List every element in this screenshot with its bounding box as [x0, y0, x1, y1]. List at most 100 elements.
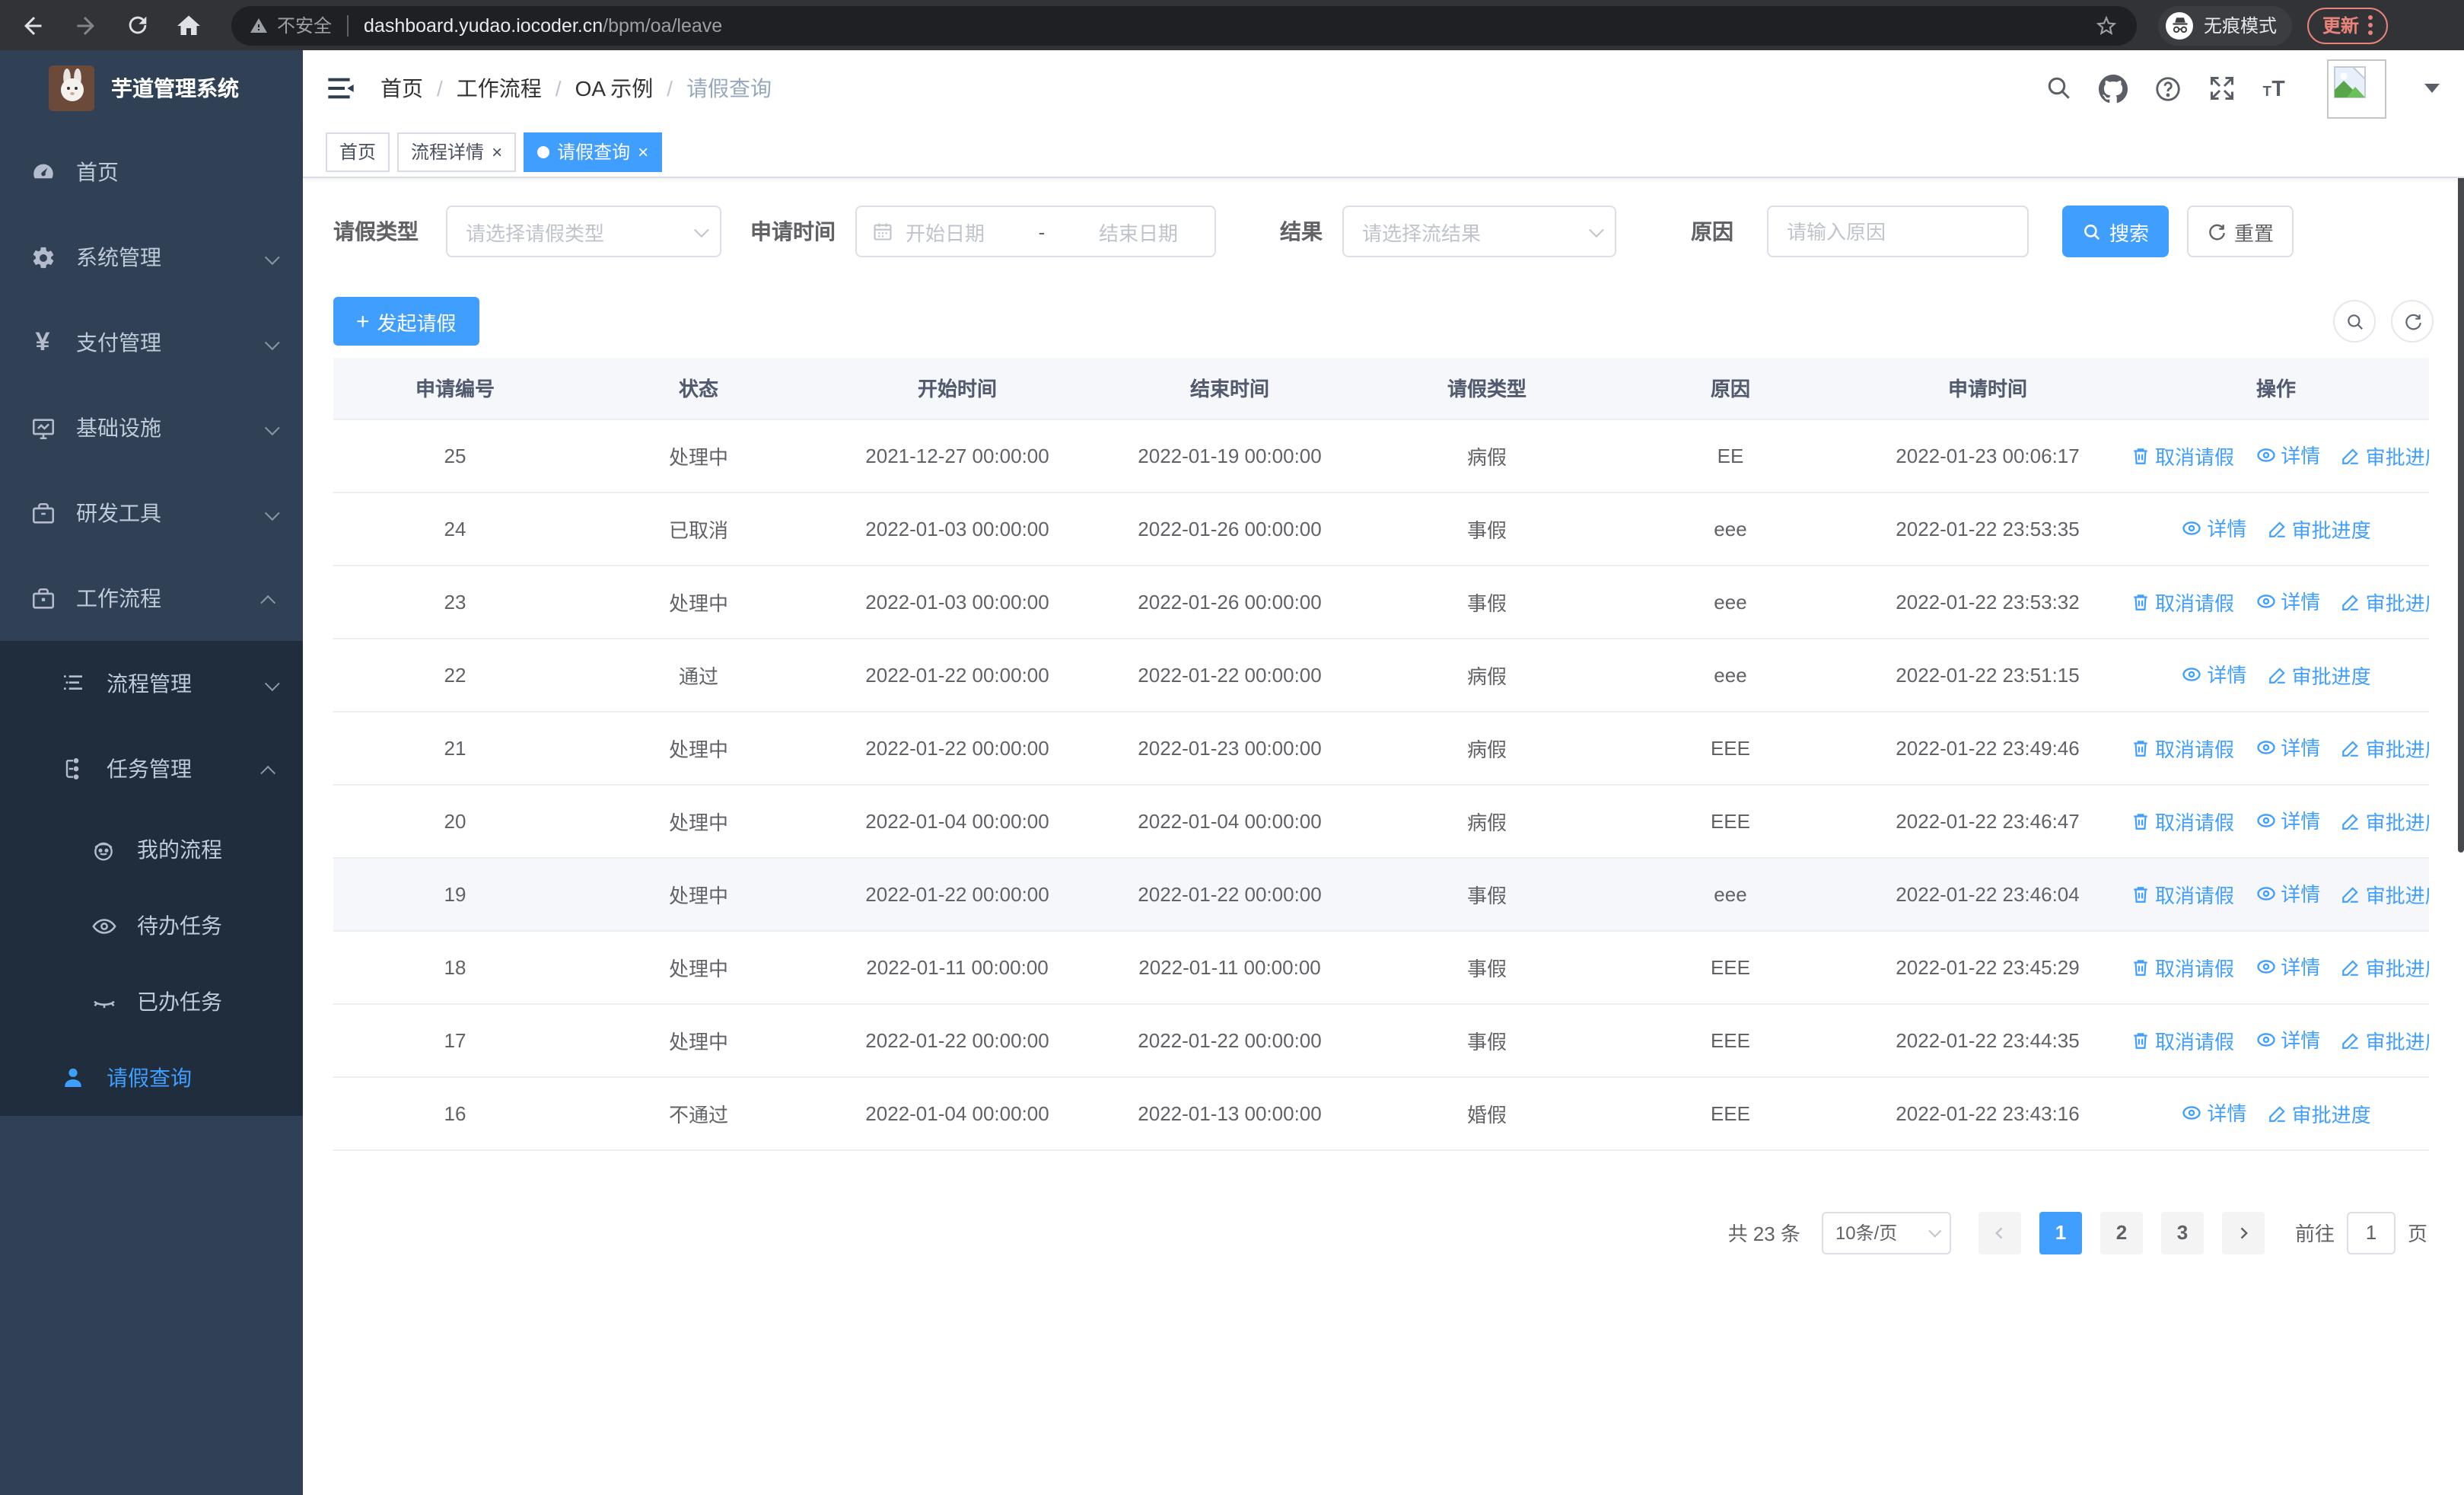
next-page-button[interactable] — [2221, 1211, 2265, 1254]
approval-progress-link[interactable]: 审批进度 — [2341, 1026, 2429, 1055]
sidebar-item-devtools[interactable]: 研发工具 — [0, 470, 303, 556]
cell-actions: 详情 审批进度 — [2123, 638, 2429, 712]
avatar-caret-icon[interactable] — [2424, 84, 2440, 93]
security-label[interactable]: 不安全 — [277, 12, 332, 38]
tag-home[interactable]: 首页 — [326, 132, 390, 171]
toggle-search-button[interactable] — [2333, 300, 2376, 343]
sidebar-item-leave-query[interactable]: 请假查询 — [0, 1040, 303, 1116]
detail-link[interactable]: 详情 — [2255, 879, 2320, 908]
fullscreen-icon[interactable] — [2208, 75, 2236, 102]
close-icon[interactable]: × — [638, 142, 648, 161]
detail-link[interactable]: 详情 — [2255, 587, 2320, 616]
chevron-down-icon — [693, 222, 709, 237]
cancel-leave-link[interactable]: 取消请假 — [2131, 807, 2234, 836]
approval-progress-link[interactable]: 审批进度 — [2268, 661, 2371, 690]
font-size-icon[interactable]: TT — [2262, 75, 2292, 102]
date-separator: - — [1038, 220, 1046, 243]
cancel-leave-link[interactable]: 取消请假 — [2131, 588, 2234, 617]
sidebar-item-label: 支付管理 — [76, 330, 161, 355]
yen-icon: ¥ — [35, 327, 50, 356]
reset-button[interactable]: 重置 — [2187, 206, 2294, 257]
back-icon[interactable] — [18, 10, 49, 40]
tag-process-detail[interactable]: 流程详情 × — [397, 132, 517, 171]
reload-icon[interactable] — [122, 10, 152, 40]
sidebar-item-my-process[interactable]: 我的流程 — [0, 811, 303, 888]
detail-link[interactable]: 详情 — [2255, 1025, 2320, 1054]
cancel-leave-link[interactable]: 取消请假 — [2131, 953, 2234, 982]
page-button-3[interactable]: 3 — [2160, 1211, 2204, 1254]
refresh-table-button[interactable] — [2391, 300, 2434, 343]
cell-apply-id: 22 — [333, 638, 577, 712]
approval-progress-link[interactable]: 审批进度 — [2341, 953, 2429, 982]
monitor-icon — [24, 410, 61, 446]
sidebar-item-todo-tasks[interactable]: 待办任务 — [0, 888, 303, 964]
github-icon[interactable] — [2099, 74, 2128, 103]
detail-link[interactable]: 详情 — [2181, 1098, 2246, 1127]
home-icon[interactable] — [173, 10, 204, 40]
cell-actions: 取消请假 详情 审批进度 — [2123, 565, 2429, 639]
page-size-select[interactable]: 10条/页 — [1821, 1211, 1951, 1254]
flow-tree-icon — [55, 751, 91, 787]
sidebar-item-task-mgmt[interactable]: 任务管理 — [0, 726, 303, 811]
breadcrumb-workflow[interactable]: 工作流程 — [457, 73, 542, 104]
chevron-down-icon — [1928, 1223, 1942, 1237]
sidebar-collapse-icon[interactable] — [326, 73, 356, 104]
update-button[interactable]: 更新 — [2307, 7, 2389, 43]
avatar[interactable] — [2327, 59, 2386, 118]
eye-icon — [2256, 813, 2275, 827]
page-button-2[interactable]: 2 — [2099, 1211, 2143, 1254]
detail-link[interactable]: 详情 — [2255, 952, 2320, 981]
cell-reason: EEE — [1609, 1076, 1852, 1150]
breadcrumb-oa-example[interactable]: OA 示例 — [575, 73, 654, 104]
cancel-leave-link[interactable]: 取消请假 — [2131, 441, 2234, 470]
approval-progress-link[interactable]: 审批进度 — [2341, 807, 2429, 836]
browser-menu-icon[interactable] — [2368, 15, 2373, 35]
table-row: 17 处理中 2022-01-22 00:00:00 2022-01-22 00… — [333, 1003, 2429, 1077]
sidebar-item-system[interactable]: 系统管理 — [0, 215, 303, 300]
approval-progress-link[interactable]: 审批进度 — [2341, 441, 2429, 470]
page-content: 请假类型 请选择请假类型 申请时间 开始日期 - 结束日期 结果 请选择流结果 — [303, 178, 2464, 1254]
leave-type-select[interactable]: 请选择请假类型 — [446, 206, 721, 257]
approval-progress-link[interactable]: 审批进度 — [2341, 734, 2429, 763]
approval-progress-link[interactable]: 审批进度 — [2341, 880, 2429, 909]
help-icon[interactable] — [2154, 74, 2182, 103]
sidebar-item-home[interactable]: 首页 — [0, 129, 303, 215]
approval-progress-link[interactable]: 审批进度 — [2341, 588, 2429, 617]
sidebar-item-workflow[interactable]: 工作流程 — [0, 556, 303, 641]
search-button[interactable]: 搜索 — [2062, 206, 2169, 257]
sidebar-item-payment[interactable]: ¥ 支付管理 — [0, 300, 303, 385]
prev-page-button[interactable] — [1978, 1211, 2021, 1254]
approval-progress-link[interactable]: 审批进度 — [2268, 515, 2371, 543]
sidebar-item-process-mgmt[interactable]: 流程管理 — [0, 641, 303, 726]
apply-time-range-picker[interactable]: 开始日期 - 结束日期 — [855, 206, 1216, 257]
tag-leave-query[interactable]: 请假查询 × — [524, 132, 663, 171]
cancel-leave-link[interactable]: 取消请假 — [2131, 734, 2234, 763]
eye-icon — [2256, 886, 2275, 901]
close-icon[interactable]: × — [492, 142, 502, 161]
detail-link[interactable]: 详情 — [2255, 806, 2320, 835]
detail-link[interactable]: 详情 — [2255, 733, 2320, 762]
approval-progress-link[interactable]: 审批进度 — [2268, 1099, 2371, 1128]
result-select[interactable]: 请选择流结果 — [1342, 206, 1616, 257]
bookmark-star-icon[interactable] — [2094, 13, 2119, 37]
breadcrumb-home[interactable]: 首页 — [380, 73, 423, 104]
sidebar-item-done-tasks[interactable]: 已办任务 — [0, 964, 303, 1040]
page-button-1[interactable]: 1 — [2039, 1211, 2082, 1254]
cancel-leave-link[interactable]: 取消请假 — [2131, 880, 2234, 909]
reason-input[interactable] — [1768, 220, 2027, 243]
app-logo[interactable]: 芋道管理系统 — [0, 50, 303, 126]
cancel-leave-link[interactable]: 取消请假 — [2131, 1026, 2234, 1055]
create-leave-button[interactable]: + 发起请假 — [333, 297, 479, 346]
sidebar-item-infrastructure[interactable]: 基础设施 — [0, 385, 303, 470]
detail-link[interactable]: 详情 — [2181, 514, 2246, 543]
detail-link[interactable]: 详情 — [2181, 660, 2246, 689]
table-row: 23 处理中 2022-01-03 00:00:00 2022-01-26 00… — [333, 565, 2429, 639]
address-bar[interactable]: 不安全 dashboard.yudao.iocoder.cn/bpm/oa/le… — [231, 5, 2137, 45]
cell-apply-time: 2022-01-22 23:45:29 — [1852, 930, 2123, 1004]
detail-link[interactable]: 详情 — [2255, 441, 2320, 470]
not-secure-warning-icon — [250, 18, 267, 32]
trash-icon — [2134, 448, 2147, 464]
search-icon[interactable] — [2045, 75, 2073, 102]
goto-page-input[interactable] — [2346, 1211, 2396, 1254]
forward-icon[interactable] — [70, 10, 100, 40]
